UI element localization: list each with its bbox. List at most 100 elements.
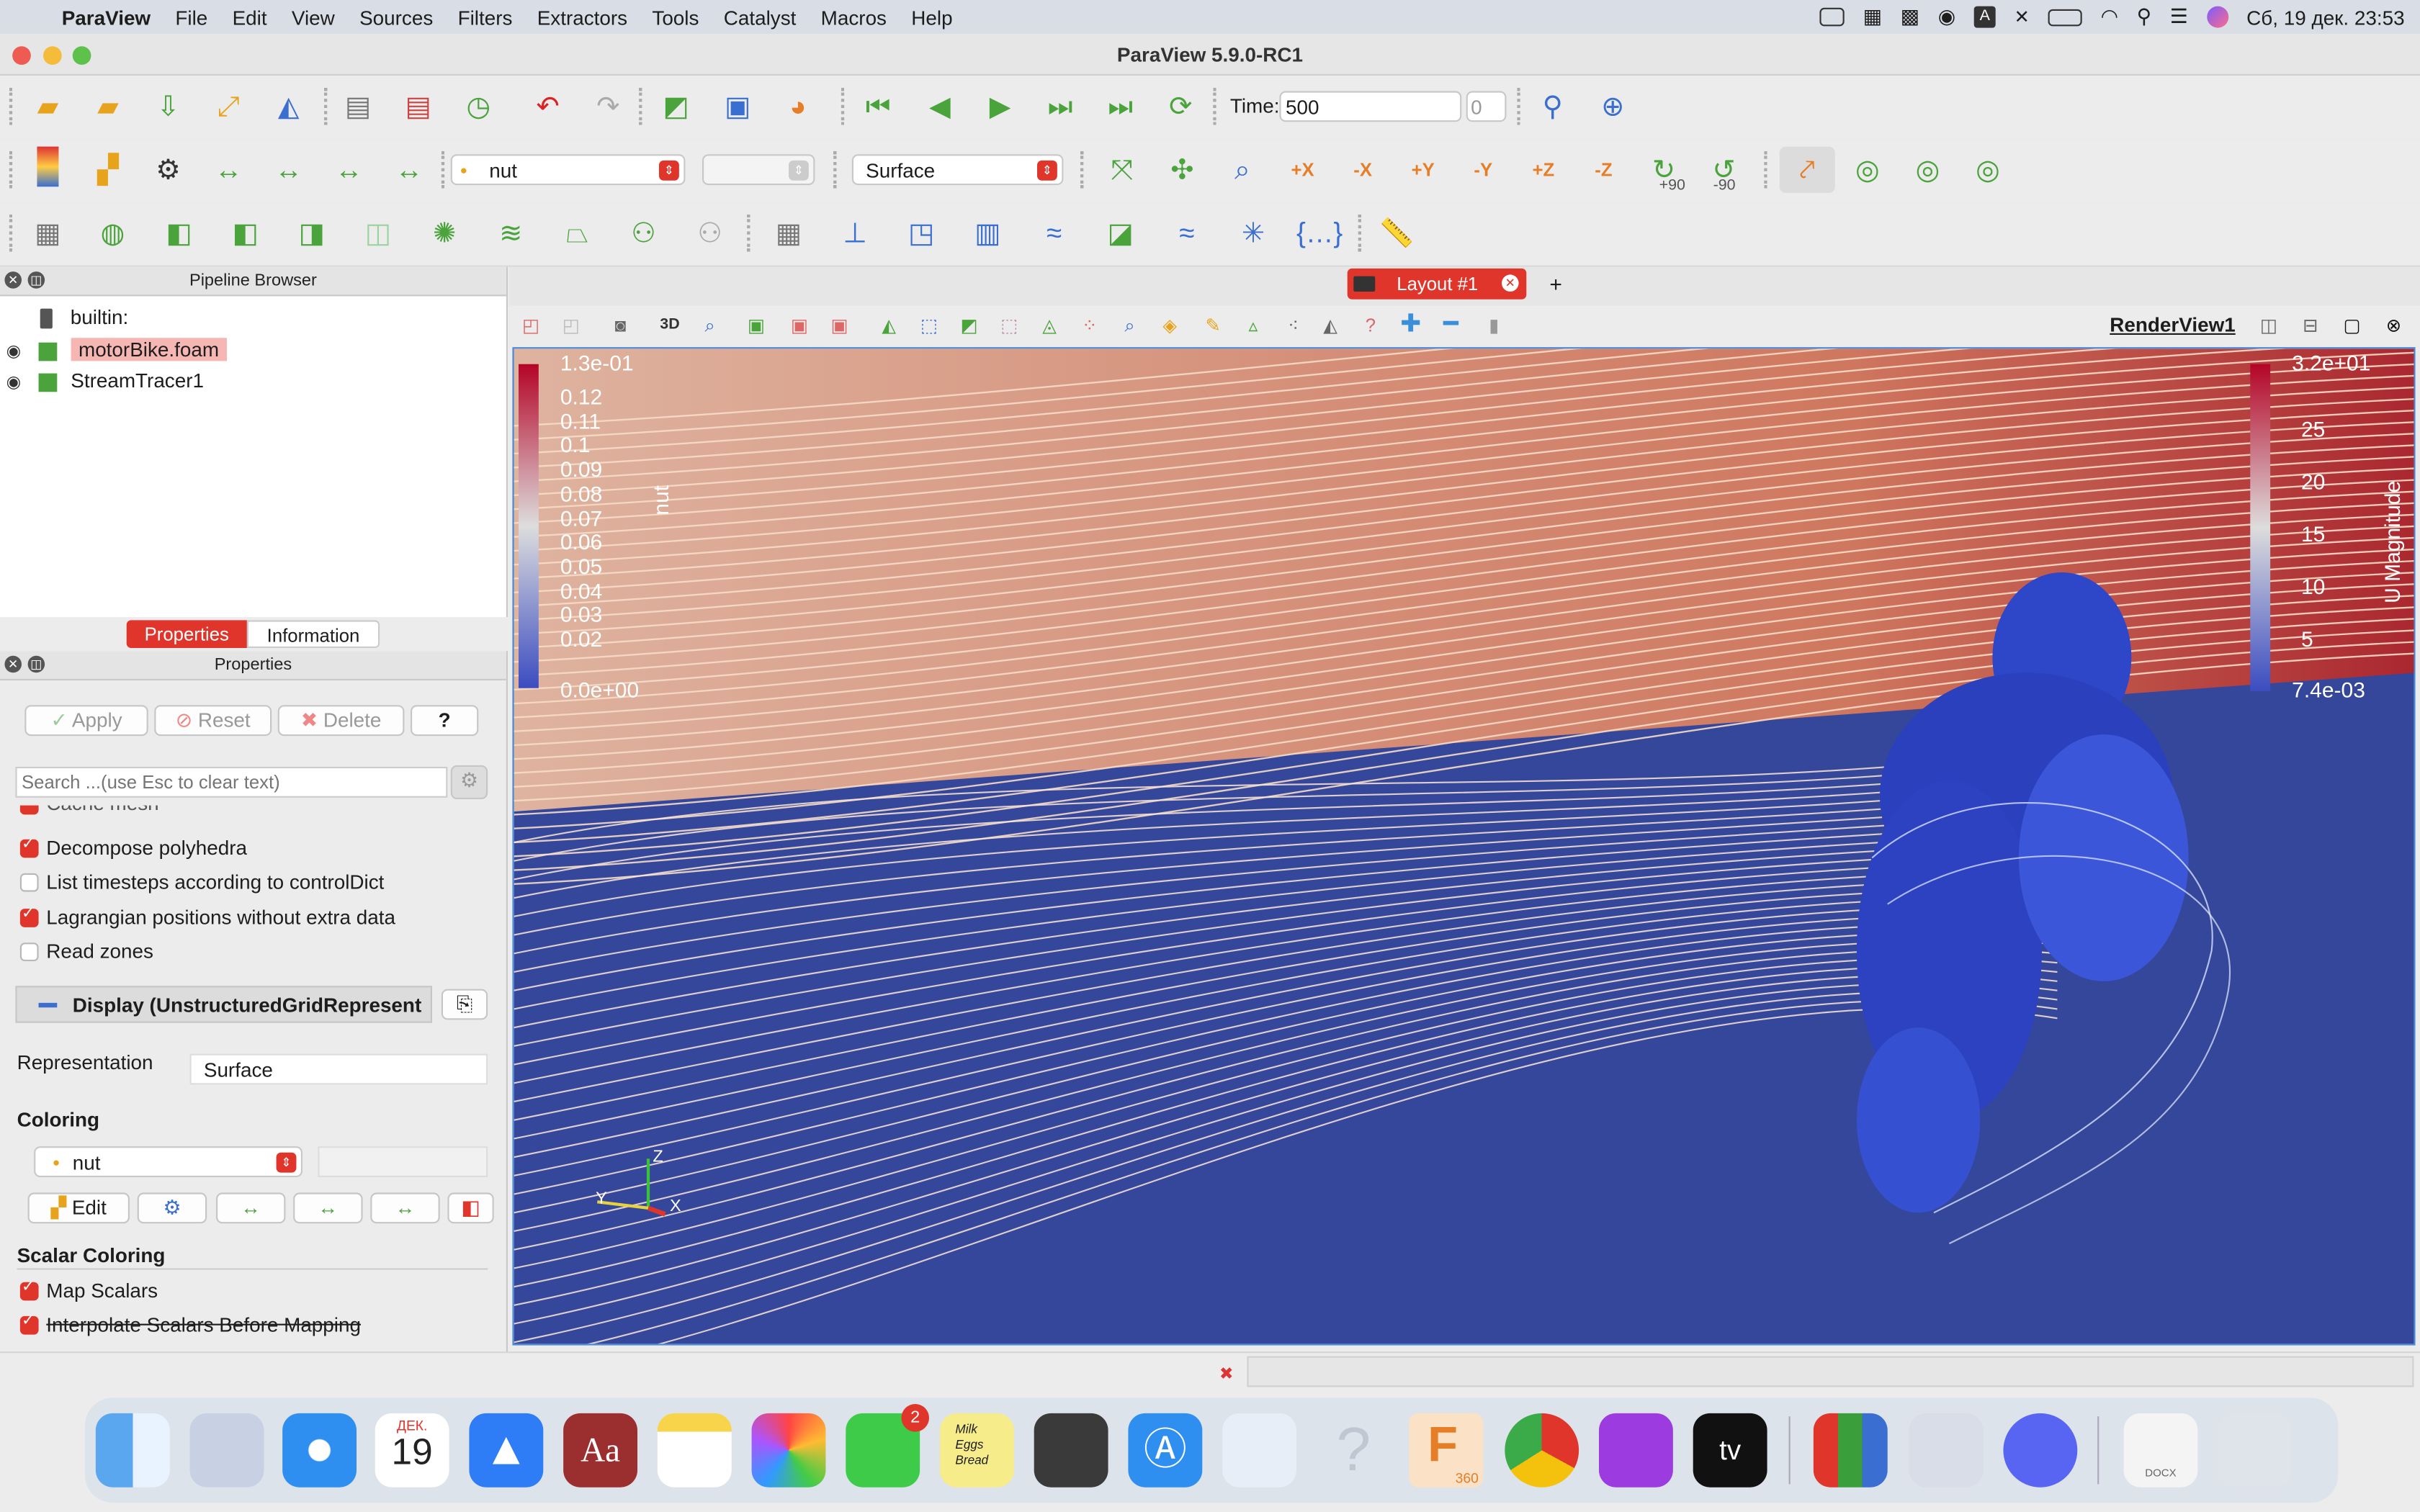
ruler-icon[interactable]: 📏	[1373, 210, 1420, 256]
toolbar-grip[interactable]	[1080, 151, 1088, 189]
toolbar-grip[interactable]	[9, 151, 17, 189]
toolbar-grip[interactable]	[1517, 88, 1525, 125]
add-view-icon[interactable]: ✚	[1398, 312, 1422, 338]
hover-cells-icon[interactable]: ◬	[1037, 313, 1062, 338]
apple-tv-icon[interactable]: tv	[1693, 1413, 1767, 1488]
python-script-icon[interactable]: {…}	[1296, 210, 1343, 256]
toolbar-grip[interactable]	[639, 88, 647, 125]
disconnect-icon[interactable]: ◭	[266, 84, 312, 130]
pipeline-item-builtin[interactable]: builtin:	[40, 302, 129, 333]
menu-sources[interactable]: Sources	[347, 6, 446, 29]
open-recent-icon[interactable]: ▰	[85, 84, 131, 130]
pick-center-icon[interactable]: ◎	[1965, 147, 2011, 193]
view-plus-x-icon[interactable]: +X	[1279, 147, 1325, 193]
clip-icon[interactable]: ◧	[156, 210, 202, 256]
eye-icon[interactable]: ◉	[6, 343, 22, 361]
first-frame-icon[interactable]: ⏮	[855, 84, 901, 130]
rescale-custom-icon[interactable]: ↔	[266, 147, 312, 193]
read-zones-checkbox[interactable]	[19, 942, 39, 961]
save-state-icon[interactable]: ▤	[335, 84, 381, 130]
interpolate-scalars-checkbox[interactable]	[19, 1313, 39, 1335]
select-dataset-icon[interactable]: ◭	[1318, 313, 1343, 338]
histogram-icon[interactable]: ▥	[964, 210, 1010, 256]
paraview-dock-icon[interactable]	[1813, 1413, 1888, 1488]
component-select[interactable]: ⇕	[702, 154, 815, 186]
threshold-icon[interactable]: ◨	[289, 210, 335, 256]
rescale-temporal-icon[interactable]: ↔	[326, 147, 372, 193]
toolbar-grip[interactable]	[9, 88, 17, 125]
stream-tracer-icon[interactable]: ≋	[488, 210, 534, 256]
python-calculator-icon[interactable]: ▦	[766, 210, 812, 256]
palette-icon[interactable]: ◕	[775, 84, 821, 130]
app-store-icon[interactable]: Ⓐ	[1128, 1413, 1203, 1488]
grow-selection-icon[interactable]: ⁘	[1077, 313, 1102, 338]
auto-apply-icon[interactable]: ◷	[455, 84, 501, 130]
select-blocks-icon[interactable]: ⬚	[917, 313, 941, 338]
rescale-range-button[interactable]: ↔	[216, 1192, 286, 1224]
menu-catalyst[interactable]: Catalyst	[712, 6, 809, 29]
select-points-on-icon[interactable]: ▣	[787, 313, 812, 338]
input-source-icon[interactable]: A	[1973, 6, 1996, 28]
select-blocks-through-icon[interactable]: ⁖	[1281, 313, 1306, 338]
probe-icon[interactable]: ⊥	[832, 210, 878, 256]
dictionary-icon[interactable]: Aa	[563, 1413, 637, 1488]
tab-properties[interactable]: Properties	[126, 620, 247, 648]
coloring-component-select[interactable]	[318, 1146, 488, 1177]
select-points-icon[interactable]: ▵	[1241, 313, 1265, 338]
save-data-icon[interactable]: ⇩	[145, 84, 191, 130]
plot-over-line-icon[interactable]: ◳	[898, 210, 944, 256]
map-scalars-checkbox[interactable]	[19, 1279, 39, 1301]
menu-help[interactable]: Help	[899, 6, 965, 29]
camera-undo-icon[interactable]: ◩	[653, 84, 699, 130]
plot-data-icon[interactable]: ◪	[1098, 210, 1144, 256]
apply-button[interactable]: ✓ Apply	[24, 705, 148, 737]
rescale-visible-button[interactable]: ◧	[447, 1192, 494, 1224]
keynote-icon[interactable]	[1222, 1413, 1296, 1488]
reset-range-icon[interactable]: ⚙	[145, 147, 191, 193]
advanced-settings-gear-icon[interactable]: ⚙	[450, 765, 488, 799]
layout-tab[interactable]: Layout #1 ✕	[1347, 268, 1527, 300]
docx-file-icon[interactable]: DOCX	[2123, 1413, 2198, 1488]
delete-button[interactable]: ✖ Delete	[277, 705, 405, 737]
stickies-icon[interactable]: Milk Eggs Bread	[940, 1413, 1014, 1488]
render-view-name[interactable]: RenderView1	[2110, 313, 2235, 336]
select-cells-on-icon[interactable]: ▣	[744, 313, 768, 338]
rescale-data-range-icon[interactable]: ↔	[205, 147, 251, 193]
add-camera-icon[interactable]: ⊕	[1590, 84, 1636, 130]
close-view-icon[interactable]: ⊗	[2381, 313, 2406, 338]
calculator-icon[interactable]: ▦	[24, 210, 71, 256]
rescale-temporal-button[interactable]: ↔	[370, 1192, 440, 1224]
clock-text[interactable]: Сб, 19 дек. 23:53	[2246, 6, 2404, 29]
play-circle-icon[interactable]: ◉	[1938, 4, 1955, 29]
view-minus-x-icon[interactable]: -X	[1340, 147, 1386, 193]
output-error-icon[interactable]: ✖	[1219, 1364, 1234, 1384]
close-tab-icon[interactable]: ✕	[1502, 274, 1519, 292]
discord-icon[interactable]	[2003, 1413, 2078, 1488]
siri-icon[interactable]	[2206, 6, 2228, 28]
fusion-360-icon[interactable]: F 360	[1409, 1413, 1484, 1488]
bluetooth-off-icon[interactable]: ✕	[2014, 6, 2030, 28]
time-input[interactable]: 500	[1279, 91, 1462, 122]
last-frame-icon[interactable]: ⏭	[1098, 84, 1144, 130]
menu-tools[interactable]: Tools	[640, 6, 711, 29]
menu-file[interactable]: File	[163, 6, 220, 29]
orientation-axes-icon[interactable]: ⤤	[1779, 146, 1835, 193]
trash-dock-icon[interactable]	[2218, 1413, 2293, 1488]
reset-center-icon[interactable]: ◎	[1904, 147, 1950, 193]
decompose-polyhedra-checkbox[interactable]	[19, 836, 39, 858]
menu-macros[interactable]: Macros	[809, 6, 900, 29]
center-axes-icon[interactable]: ◎	[1845, 147, 1891, 193]
safari-icon[interactable]	[282, 1413, 357, 1488]
toolbar-grip[interactable]	[324, 88, 332, 125]
testflight-navigation-icon[interactable]: ▲	[469, 1413, 544, 1488]
camera-redo-icon[interactable]: ▣	[714, 84, 761, 130]
toolbar-grip[interactable]	[441, 151, 449, 189]
podcasts-icon[interactable]	[1599, 1413, 1673, 1488]
float-panel-icon[interactable]: ◫	[27, 655, 45, 673]
interactive-select-icon[interactable]: ◩	[957, 313, 982, 338]
render-view[interactable]: 1.3e-01 0.12 0.11 0.1 0.09 0.08 0.07 0.0…	[512, 347, 2416, 1346]
screen-mirror-icon[interactable]	[1819, 7, 1845, 27]
eye-icon[interactable]: ◉	[6, 374, 22, 392]
lagrangian-positions-checkbox[interactable]	[19, 906, 39, 927]
representation-field[interactable]: Surface	[189, 1053, 488, 1085]
